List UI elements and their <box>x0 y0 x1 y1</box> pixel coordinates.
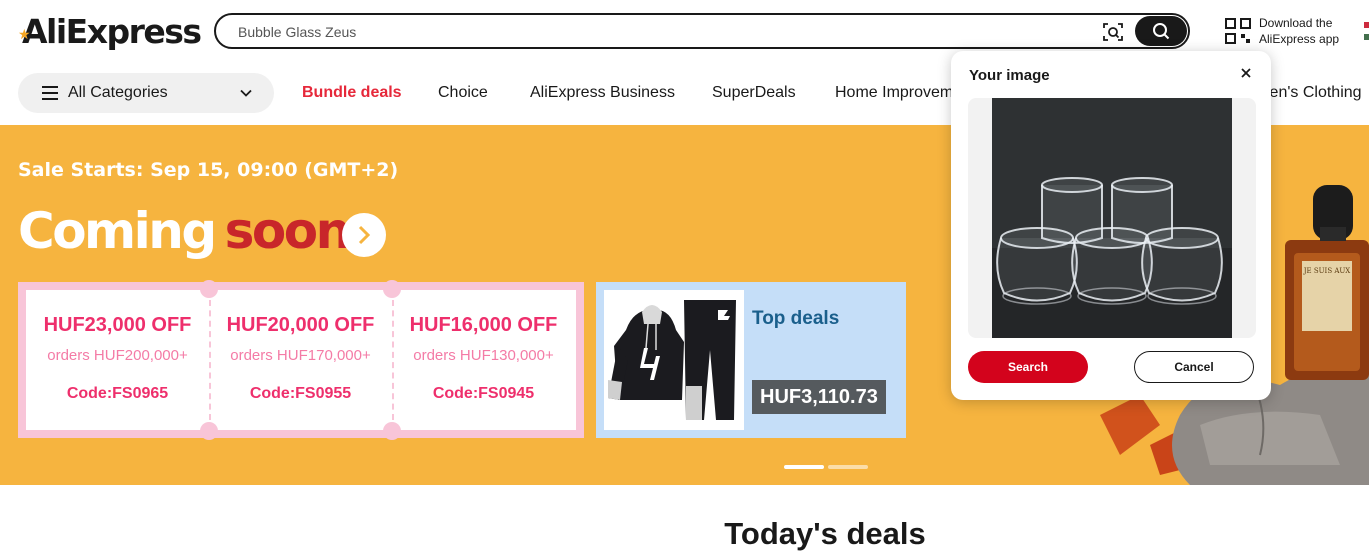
popup-title: Your image <box>969 67 1050 84</box>
nav-bundle-deals[interactable]: Bundle deals <box>302 84 402 102</box>
coupon-amount: HUF23,000 OFF <box>43 314 192 336</box>
top-deals-price: HUF3,110.73 <box>752 380 886 414</box>
coupon-notch <box>200 280 218 298</box>
search-button[interactable] <box>1135 16 1187 46</box>
image-search-icon[interactable] <box>1102 21 1124 43</box>
nav-home-improvement[interactable]: Home Improvem <box>835 84 953 102</box>
coming-soon-headline: Coming soon <box>18 197 352 265</box>
coupon-amount: HUF20,000 OFF <box>226 314 375 336</box>
coupon-min-order: orders HUF200,000+ <box>47 347 188 364</box>
menu-icon <box>42 86 58 100</box>
carousel-dot[interactable] <box>828 465 868 469</box>
top-deals-title: Top deals <box>752 308 840 329</box>
coupon-min-order: orders HUF130,000+ <box>413 347 554 364</box>
coupon-code: Code:FS0955 <box>249 385 352 402</box>
nav-aliexpress-business[interactable]: AliExpress Business <box>530 84 675 102</box>
nav-choice[interactable]: Choice <box>438 84 488 102</box>
chevron-down-icon <box>240 89 252 97</box>
sale-start-text: Sale Starts: Sep 15, 09:00 (GMT+2) <box>18 159 399 181</box>
search-input[interactable] <box>238 22 1058 42</box>
coupon-min-order: orders HUF170,000+ <box>230 347 371 364</box>
nav-superdeals[interactable]: SuperDeals <box>712 84 796 102</box>
search-bar <box>214 13 1190 49</box>
tracksuit-illustration <box>608 300 736 420</box>
popup-search-button[interactable]: Search <box>968 351 1088 383</box>
qr-code-icon[interactable] <box>1225 18 1251 44</box>
coupon-code: Code:FS0945 <box>432 385 535 402</box>
search-icon <box>1153 23 1170 40</box>
tracksuit-product-image <box>604 290 744 430</box>
coupon-notch <box>383 280 401 298</box>
popup-cancel-button[interactable]: Cancel <box>1134 351 1254 383</box>
coupon-amount: HUF16,000 OFF <box>409 314 558 336</box>
download-line2: AliExpress app <box>1259 32 1340 46</box>
coupon-strip: HUF23,000 OFF orders HUF200,000+ Code:FS… <box>18 280 584 440</box>
logo-text: AliExpress <box>22 12 202 51</box>
coupon-card[interactable]: HUF23,000 OFF orders HUF200,000+ Code:FS… <box>26 290 209 430</box>
aliexpress-logo[interactable]: ★ AliExpress <box>18 12 202 51</box>
nav-mens-clothing[interactable]: len's Clothing <box>1266 84 1362 102</box>
download-app-link[interactable]: Download the AliExpress app <box>1259 15 1339 47</box>
logo-star-icon: ★ <box>18 27 31 43</box>
coupon-card[interactable]: HUF20,000 OFF orders HUF170,000+ Code:FS… <box>209 290 392 430</box>
carousel-dot-active[interactable] <box>784 465 824 469</box>
banner-arrow-button[interactable] <box>342 213 386 257</box>
top-deals-card[interactable]: Top deals HUF3,110.73 <box>596 282 906 438</box>
all-categories-button[interactable]: All Categories <box>18 73 274 113</box>
headline-red: soon <box>224 202 352 260</box>
todays-deals-heading: Today's deals <box>724 516 926 551</box>
coupon-list: HUF23,000 OFF orders HUF200,000+ Code:FS… <box>26 290 576 430</box>
perfume-label: JE SUIS AUX <box>1303 267 1351 275</box>
image-search-popup: Your image Search Cancel <box>951 51 1271 400</box>
coupon-notch <box>383 422 401 440</box>
coupon-code: Code:FS0965 <box>66 385 169 402</box>
headline-white: Coming <box>18 202 217 260</box>
close-icon[interactable] <box>1239 66 1253 80</box>
country-flag-icon[interactable] <box>1364 22 1369 40</box>
uploaded-image-preview <box>968 98 1256 338</box>
glass-tubes-photo <box>992 98 1232 338</box>
download-line1: Download the <box>1259 16 1333 30</box>
coupon-notch <box>200 422 218 440</box>
chevron-right-icon <box>358 225 371 245</box>
all-categories-label: All Categories <box>68 84 168 101</box>
coupon-card[interactable]: HUF16,000 OFF orders HUF130,000+ Code:FS… <box>392 290 575 430</box>
glass-tubes-illustration <box>992 98 1232 338</box>
